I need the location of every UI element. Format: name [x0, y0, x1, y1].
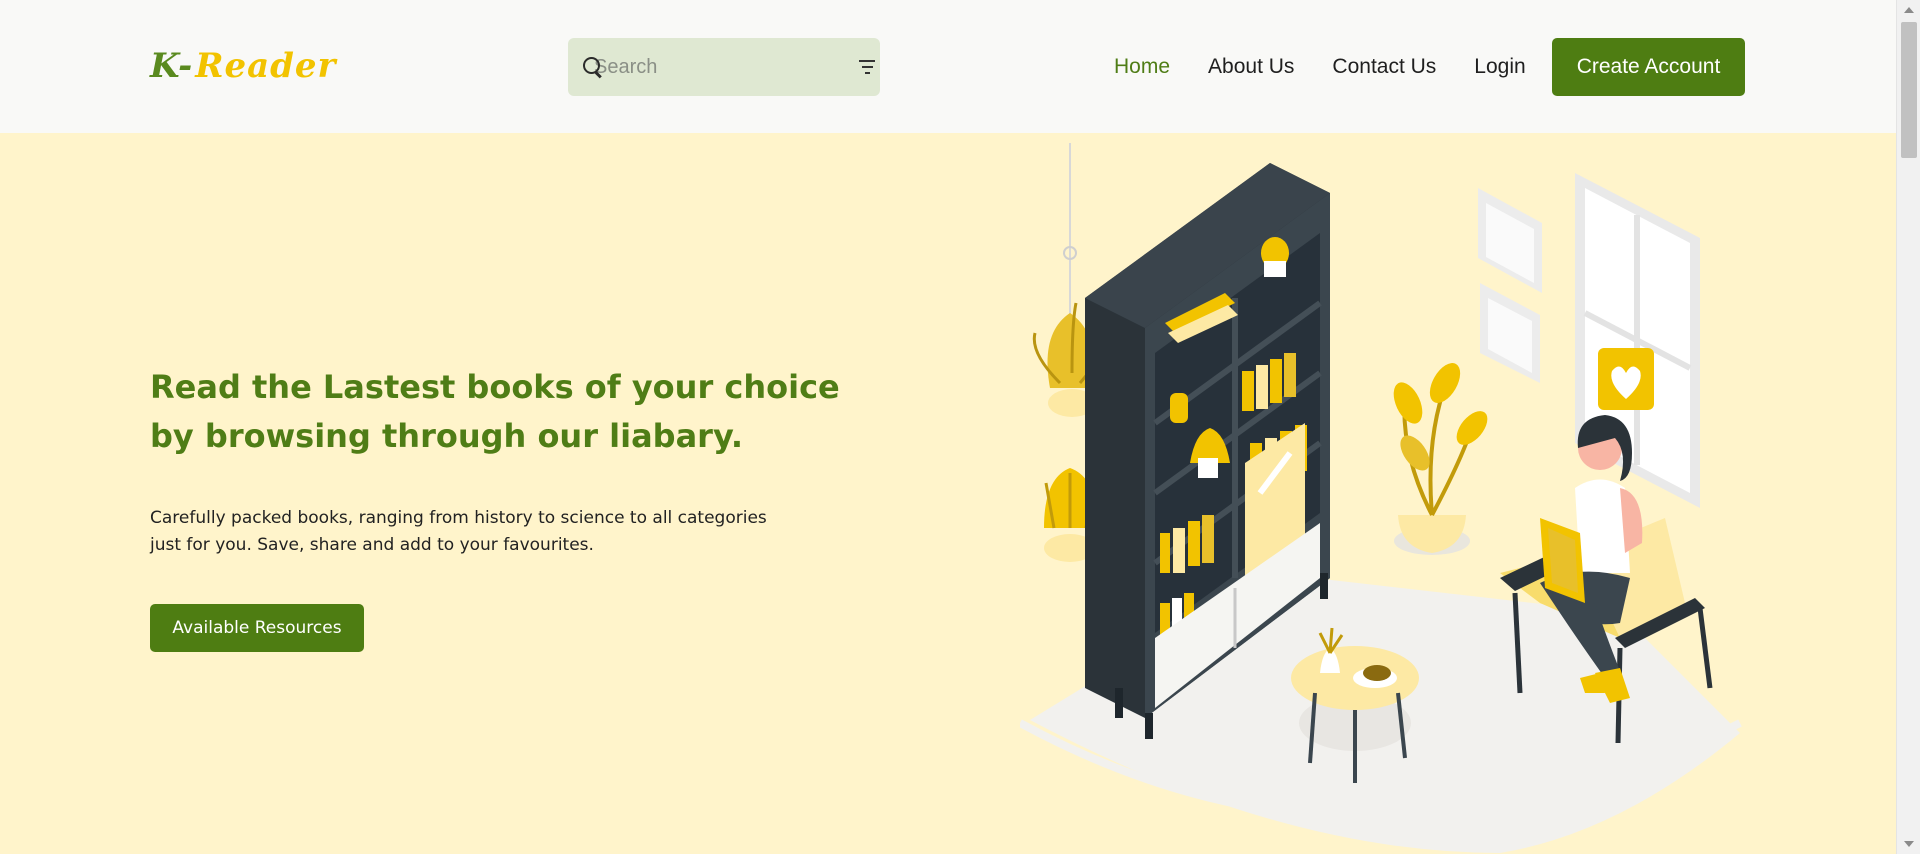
- search-bar: [568, 38, 880, 96]
- scroll-down-icon[interactable]: [1904, 841, 1914, 847]
- scroll-up-icon[interactable]: [1904, 7, 1914, 13]
- hero-title: Read the Lastest books of your choice by…: [150, 368, 840, 455]
- nav-about-us[interactable]: About Us: [1208, 55, 1294, 79]
- filter-icon[interactable]: [859, 60, 875, 74]
- logo[interactable]: K- Reader: [150, 46, 336, 86]
- reading-room-illustration: [1020, 143, 1742, 853]
- nav-contact-us[interactable]: Contact Us: [1332, 55, 1436, 79]
- logo-mark: K-: [150, 46, 194, 86]
- create-account-button[interactable]: Create Account: [1552, 38, 1745, 96]
- logo-text: Reader: [195, 46, 337, 86]
- site-header: K- Reader Home About Us Contact Us Login…: [0, 0, 1896, 133]
- scroll-thumb[interactable]: [1901, 22, 1917, 158]
- main-nav: Home About Us Contact Us Login: [1114, 38, 1526, 96]
- search-input[interactable]: [594, 55, 859, 79]
- nav-login[interactable]: Login: [1474, 55, 1525, 79]
- hero-section: Read the Lastest books of your choice by…: [0, 133, 1896, 854]
- hero-description: Carefully packed books, ranging from his…: [150, 508, 767, 555]
- nav-home[interactable]: Home: [1114, 55, 1170, 79]
- available-resources-button[interactable]: Available Resources: [150, 604, 364, 652]
- page-scrollbar[interactable]: [1896, 0, 1920, 854]
